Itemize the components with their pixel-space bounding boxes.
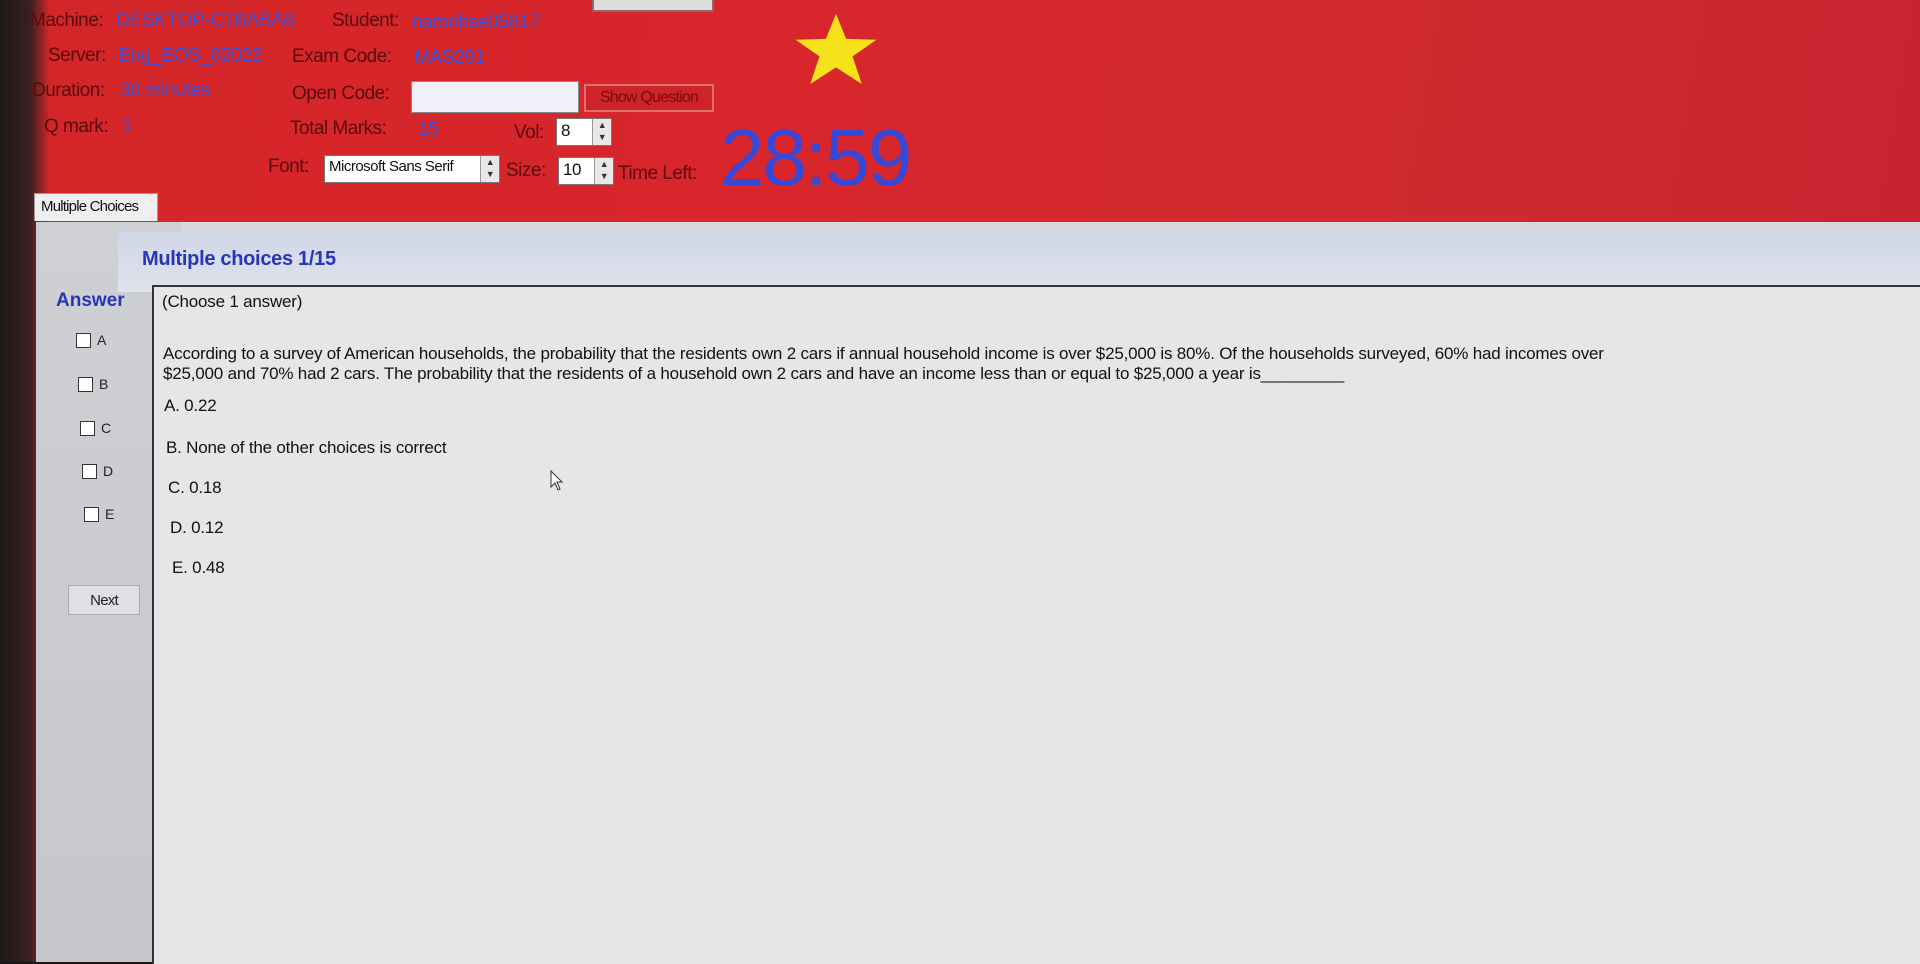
student-label: Student: bbox=[332, 10, 399, 31]
question-instruction: (Choose 1 answer) bbox=[162, 292, 303, 311]
size-label: Size: bbox=[506, 160, 546, 181]
vol-stepper[interactable]: 8 ▲ ▼ bbox=[556, 118, 612, 146]
font-value: Microsoft Sans Serif bbox=[329, 158, 454, 175]
option-a: A. 0.22 bbox=[164, 396, 217, 415]
vol-value: 8 bbox=[561, 121, 570, 140]
checkbox-icon[interactable] bbox=[82, 463, 97, 479]
question-header-bar bbox=[118, 232, 1920, 292]
answer-label: Answer bbox=[56, 290, 125, 311]
checkbox-icon[interactable] bbox=[76, 332, 91, 348]
exam-header bbox=[0, 0, 1920, 245]
answer-letter: A bbox=[97, 332, 107, 348]
exam-code-value: MAS291 bbox=[414, 47, 486, 68]
spin-arrows-icon[interactable]: ▲ ▼ bbox=[594, 158, 613, 184]
answer-checkbox-b[interactable]: B bbox=[78, 376, 108, 392]
qmark-label: Q mark: bbox=[44, 116, 109, 137]
machine-label: Machine: bbox=[30, 10, 104, 31]
next-button[interactable]: Next bbox=[68, 585, 140, 615]
answer-checkbox-c[interactable]: C bbox=[80, 420, 111, 436]
answer-checkbox-a[interactable]: A bbox=[76, 332, 106, 348]
show-question-button[interactable]: Show Question bbox=[584, 84, 714, 112]
open-code-input[interactable] bbox=[411, 81, 579, 113]
machine-value: DESKTOP-C1BABA8 bbox=[116, 10, 294, 31]
question-text-line1: According to a survey of American househ… bbox=[163, 344, 1604, 363]
question-title: Multiple choices 1/15 bbox=[142, 248, 336, 270]
font-selector[interactable]: Microsoft Sans Serif ▲ ▼ bbox=[324, 155, 500, 183]
qmark-value: 1 bbox=[122, 116, 133, 137]
option-c: C. 0.18 bbox=[168, 478, 222, 497]
option-d: D. 0.12 bbox=[170, 518, 224, 537]
checkbox-icon[interactable] bbox=[80, 420, 95, 436]
time-left-value: 28:59 bbox=[720, 113, 912, 202]
tab-multiple-choices[interactable]: Multiple Choices bbox=[34, 193, 158, 221]
spin-arrows-icon[interactable]: ▲ ▼ bbox=[592, 119, 611, 145]
open-code-label: Open Code: bbox=[292, 83, 390, 104]
option-e: E. 0.48 bbox=[172, 558, 225, 577]
checkbox-icon[interactable] bbox=[84, 506, 99, 522]
size-value: 10 bbox=[563, 160, 581, 179]
student-value: namnhse05817 bbox=[412, 12, 540, 33]
checkbox-icon[interactable] bbox=[78, 376, 93, 392]
answer-letter: C bbox=[101, 420, 112, 436]
finish-button[interactable] bbox=[592, 0, 714, 12]
vol-label: Vol: bbox=[514, 122, 544, 143]
question-content bbox=[152, 285, 1920, 964]
mouse-cursor-icon bbox=[550, 470, 564, 491]
duration-value: 30 minutes bbox=[120, 80, 210, 101]
size-stepper[interactable]: 10 ▲ ▼ bbox=[558, 157, 614, 185]
answer-letter: E bbox=[105, 506, 115, 522]
duration-label: Duration: bbox=[32, 80, 105, 101]
total-marks-value: 15 bbox=[418, 119, 439, 140]
spin-arrows-icon[interactable]: ▲ ▼ bbox=[480, 156, 499, 182]
server-label: Server: bbox=[48, 45, 106, 66]
font-label: Font: bbox=[268, 156, 309, 177]
star-icon bbox=[795, 14, 877, 84]
exam-code-label: Exam Code: bbox=[292, 46, 392, 67]
answer-checkbox-d[interactable]: D bbox=[82, 463, 113, 479]
question-text-line2: $25,000 and 70% had 2 cars. The probabil… bbox=[163, 364, 1345, 383]
total-marks-label: Total Marks: bbox=[290, 118, 387, 139]
time-left-label: Time Left: bbox=[618, 163, 697, 184]
server-value: Eng_EOS_02022 bbox=[118, 45, 262, 66]
answer-letter: D bbox=[103, 463, 114, 479]
answer-letter: B bbox=[99, 376, 109, 392]
option-b: B. None of the other choices is correct bbox=[166, 438, 447, 457]
answer-checkbox-e[interactable]: E bbox=[84, 506, 114, 522]
